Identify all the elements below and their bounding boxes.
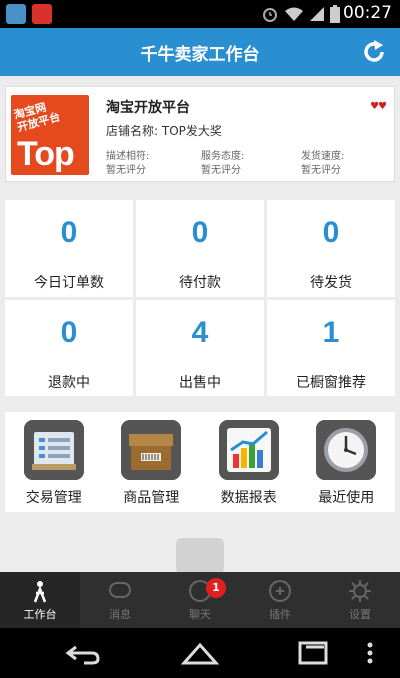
shortcut-recent[interactable]: 最近使用 — [298, 412, 396, 512]
status-time: 00:27 — [343, 3, 392, 23]
home-icon[interactable] — [180, 639, 220, 667]
shortcut-bar: 交易管理 商品管理 数据报表 最近使用 — [5, 412, 395, 512]
rating-shipping: 发货速度: 暂无评分 — [301, 151, 345, 176]
rating-service: 服务态度: 暂无评分 — [201, 151, 245, 176]
battery-icon — [330, 5, 340, 23]
signal-icon — [310, 7, 324, 21]
bottom-tab-bar: 工作台 消息 1 聊天 插件 设置 — [0, 572, 400, 628]
stat-pending-payment[interactable]: 0 待付款 — [136, 200, 264, 297]
notification-app-icon — [6, 4, 26, 24]
workbench-icon — [33, 581, 47, 603]
stat-today-orders[interactable]: 0 今日订单数 — [5, 200, 133, 297]
shortcut-data-report[interactable]: 数据报表 — [200, 412, 298, 512]
tab-plugins[interactable]: 插件 — [240, 572, 320, 628]
wifi-icon — [285, 7, 303, 21]
stat-on-sale[interactable]: 4 出售中 — [136, 299, 264, 396]
pull-tab-icon — [176, 538, 224, 574]
title-bar: 千牛卖家工作台 — [0, 28, 400, 76]
refresh-icon[interactable] — [360, 38, 388, 66]
hearts-icon: ♥♥ — [370, 101, 387, 112]
chat-badge: 1 — [206, 578, 226, 598]
message-icon — [109, 582, 131, 598]
notification-taobao-icon — [32, 4, 52, 24]
plugin-icon — [269, 580, 291, 602]
status-bar: 00:27 — [0, 0, 400, 28]
recents-icon[interactable] — [294, 639, 334, 667]
tab-settings[interactable]: 设置 — [320, 572, 400, 628]
stat-pending-shipment[interactable]: 0 待发货 — [267, 200, 395, 297]
back-icon[interactable] — [62, 639, 102, 667]
menu-dots-icon[interactable] — [360, 639, 380, 667]
tab-workbench[interactable]: 工作台 — [0, 572, 80, 628]
tab-chat[interactable]: 1 聊天 — [160, 572, 240, 628]
stat-showcase[interactable]: 1 已橱窗推荐 — [267, 299, 395, 396]
rating-description: 描述相符: 暂无评分 — [106, 151, 150, 176]
clock-icon — [316, 420, 377, 480]
shop-name: 淘宝开放平台 — [106, 100, 190, 116]
page-title: 千牛卖家工作台 — [140, 45, 260, 65]
stats-grid: 0 今日订单数 0 待付款 0 待发货 0 退款中 4 出售中 1 已橱窗推荐 — [5, 200, 395, 396]
shop-card[interactable]: 淘宝网 开放平台 Top 淘宝开放平台 店铺名称: TOP发大奖 ♥♥ 描述相符… — [5, 86, 395, 182]
chart-report-icon — [218, 420, 279, 480]
stat-refunding[interactable]: 0 退款中 — [5, 299, 133, 396]
settings-gear-icon — [349, 580, 371, 602]
system-nav-bar — [0, 628, 400, 678]
shop-logo: 淘宝网 开放平台 Top — [11, 95, 89, 175]
shortcut-trade-management[interactable]: 交易管理 — [5, 412, 103, 512]
store-name-label: 店铺名称: TOP发大奖 — [106, 124, 222, 138]
tab-messages[interactable]: 消息 — [80, 572, 160, 628]
status-icons — [261, 4, 340, 24]
trade-list-icon — [23, 420, 84, 480]
goods-box-icon — [121, 420, 182, 480]
alarm-icon — [263, 8, 277, 22]
shortcut-goods-management[interactable]: 商品管理 — [103, 412, 201, 512]
